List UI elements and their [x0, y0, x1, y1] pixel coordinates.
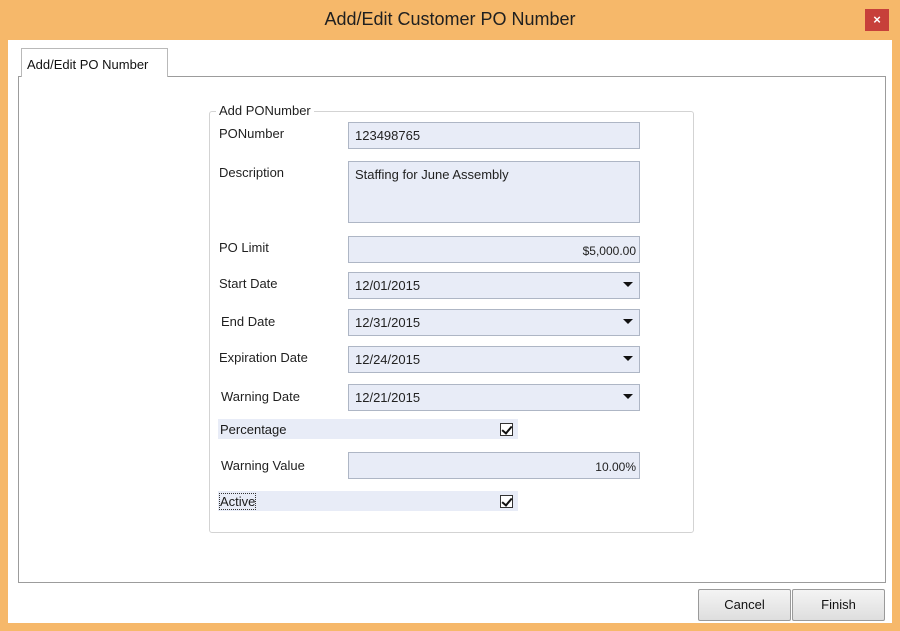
close-button[interactable]: × — [865, 9, 889, 31]
warning-value-label: Warning Value — [221, 458, 305, 473]
window-title: Add/Edit Customer PO Number — [324, 9, 576, 29]
group-title: Add PONumber — [216, 103, 314, 118]
expiration-date-picker[interactable]: 12/24/2015 — [348, 346, 640, 373]
po-limit-input[interactable]: $5,000.00 — [348, 236, 640, 263]
active-checkbox[interactable] — [500, 495, 513, 508]
dropdown-arrow-icon[interactable] — [623, 282, 633, 287]
percentage-row[interactable]: Percentage — [218, 419, 518, 439]
cancel-button[interactable]: Cancel — [698, 589, 791, 621]
description-label: Description — [219, 165, 285, 180]
dropdown-arrow-icon[interactable] — [623, 394, 633, 399]
warning-value-input[interactable]: 10.00% — [348, 452, 640, 479]
client-area: Add/Edit PO Number Add PONumber PONumber… — [8, 40, 892, 623]
dropdown-arrow-icon[interactable] — [623, 319, 633, 324]
warning-date-label: Warning Date — [221, 389, 300, 404]
percentage-label: Percentage — [220, 422, 287, 437]
start-date-picker[interactable]: 12/01/2015 — [348, 272, 640, 299]
description-value: Staffing for June Assembly — [355, 167, 509, 182]
warning-value-value: 10.00% — [595, 460, 636, 474]
start-date-value: 12/01/2015 — [355, 278, 421, 293]
end-date-value: 12/31/2015 — [355, 315, 421, 330]
active-label: Active — [218, 493, 257, 510]
tab-label: Add/Edit PO Number — [27, 57, 149, 72]
tab-add-edit-po-number[interactable]: Add/Edit PO Number — [21, 48, 168, 77]
ponumber-label: PONumber — [219, 126, 285, 141]
warning-date-value: 12/21/2015 — [355, 390, 421, 405]
end-date-label: End Date — [221, 314, 276, 329]
active-row[interactable]: Active — [218, 491, 518, 511]
percentage-checkbox[interactable] — [500, 423, 513, 436]
end-date-picker[interactable]: 12/31/2015 — [348, 309, 640, 336]
expiration-date-value: 12/24/2015 — [355, 352, 421, 367]
tab-panel: Add PONumber PONumber 123498765 Descript… — [18, 76, 886, 583]
ponumber-input[interactable]: 123498765 — [348, 122, 640, 149]
warning-date-picker[interactable]: 12/21/2015 — [348, 384, 640, 411]
title-bar[interactable]: Add/Edit Customer PO Number × — [0, 0, 900, 40]
po-limit-label: PO Limit — [219, 240, 269, 255]
dialog-window: Add/Edit Customer PO Number × Add/Edit P… — [0, 0, 900, 631]
expiration-date-label: Expiration Date — [219, 350, 308, 365]
ponumber-value: 123498765 — [355, 128, 421, 143]
add-ponumber-group: Add PONumber PONumber 123498765 Descript… — [209, 103, 694, 533]
start-date-label: Start Date — [219, 276, 278, 291]
description-textarea[interactable]: Staffing for June Assembly — [348, 161, 640, 223]
dropdown-arrow-icon[interactable] — [623, 356, 633, 361]
po-limit-value: $5,000.00 — [582, 244, 636, 258]
finish-button[interactable]: Finish — [792, 589, 885, 621]
